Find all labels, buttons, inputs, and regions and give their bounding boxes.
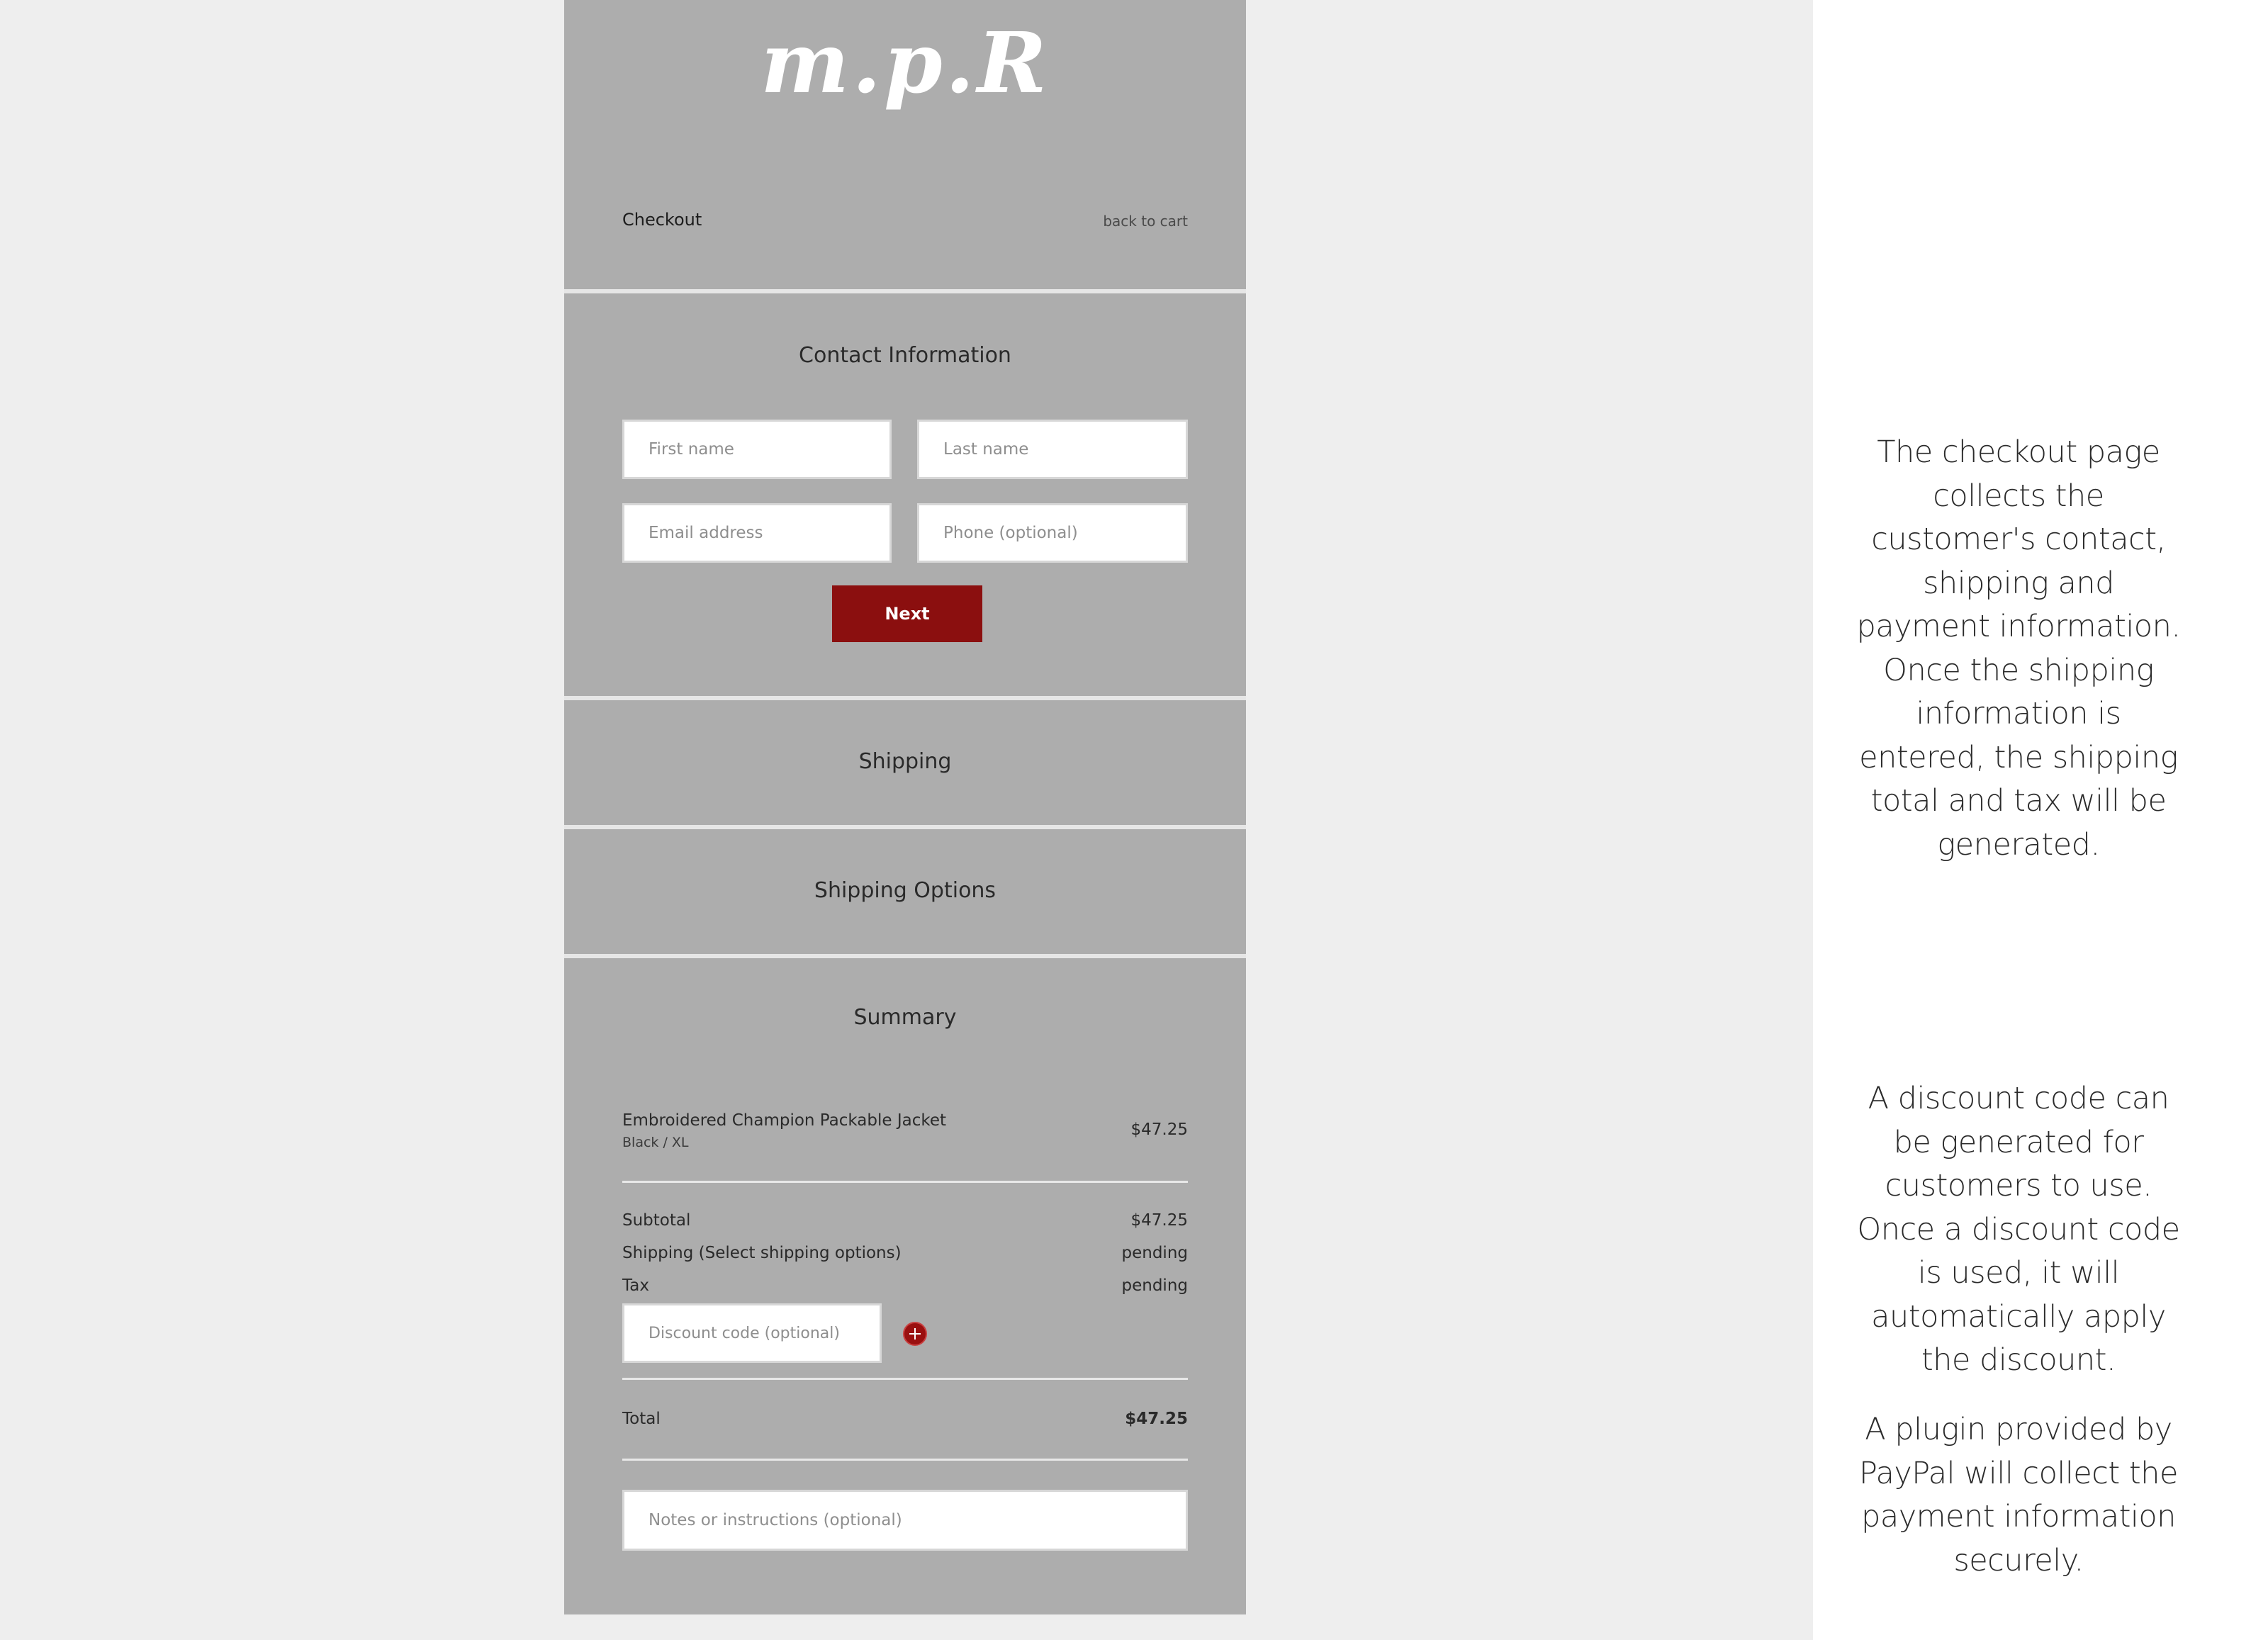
total-value: $47.25	[1125, 1410, 1188, 1428]
section-divider	[564, 289, 1246, 293]
tax-value: pending	[1121, 1276, 1189, 1295]
brand-logo: m.p.R	[564, 13, 1246, 112]
tax-label: Tax	[622, 1276, 649, 1295]
item-price: $47.25	[1130, 1121, 1188, 1139]
subtotal-value: $47.25	[1130, 1211, 1188, 1230]
checkout-panel: m.p.R Checkout back to cart Contact Info…	[564, 0, 1246, 1614]
shipping-cost-value: pending	[1121, 1244, 1189, 1262]
phone-field[interactable]	[917, 503, 1188, 563]
brand-logo-text: m.p.R	[760, 13, 1050, 112]
email-field[interactable]	[622, 503, 892, 563]
subtotal-label: Subtotal	[622, 1211, 691, 1230]
notes-field[interactable]	[622, 1490, 1188, 1551]
contact-section-title: Contact Information	[799, 343, 1011, 368]
section-divider	[564, 825, 1246, 829]
section-divider	[564, 954, 1246, 958]
last-name-field[interactable]	[917, 420, 1188, 479]
item-name: Embroidered Champion Packable Jacket	[622, 1111, 947, 1130]
discount-code-field[interactable]	[622, 1303, 882, 1363]
item-variant: Black / XL	[622, 1135, 689, 1150]
shipping-section-title[interactable]: Shipping	[564, 749, 1246, 774]
annotation-panel: The checkout page collects the customer'…	[1813, 0, 2268, 1640]
next-button[interactable]: Next	[832, 585, 982, 642]
checkout-annotation: The checkout page collects the customer'…	[1856, 434, 2181, 863]
page-title: Checkout	[622, 210, 702, 230]
summary-rule	[622, 1378, 1188, 1380]
apply-discount-button[interactable]	[903, 1322, 927, 1346]
total-label: Total	[622, 1410, 661, 1428]
first-name-field[interactable]	[622, 420, 892, 479]
summary-rule	[622, 1459, 1188, 1461]
summary-rule	[622, 1181, 1188, 1183]
plus-circle-icon	[909, 1328, 921, 1339]
summary-section-title: Summary	[853, 1005, 957, 1030]
shipping-cost-label: Shipping (Select shipping options)	[622, 1244, 902, 1262]
discount-annotation: A discount code can be generated for cus…	[1857, 1081, 2180, 1378]
back-to-cart-link[interactable]: back to cart	[1103, 213, 1188, 230]
section-divider	[564, 696, 1246, 700]
shipping-options-section-title[interactable]: Shipping Options	[564, 878, 1246, 903]
paypal-annotation: A plugin provided by PayPal will collect…	[1859, 1412, 2178, 1578]
